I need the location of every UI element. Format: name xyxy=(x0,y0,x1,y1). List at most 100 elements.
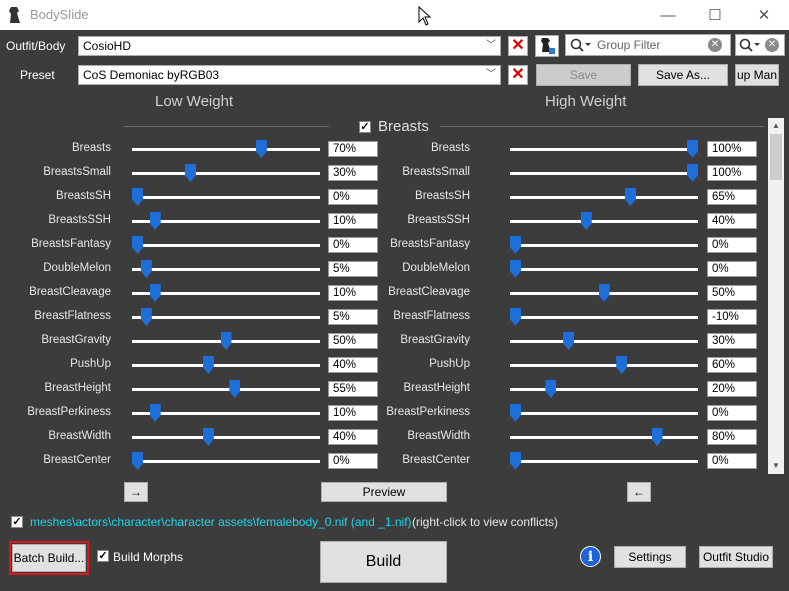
preset-combo[interactable]: CoS Demoniac byRGB03 ﹀ xyxy=(78,65,501,85)
high-slider-track[interactable] xyxy=(510,340,698,343)
low-slider-thumb[interactable] xyxy=(149,404,161,422)
low-slider-thumb[interactable] xyxy=(149,212,161,230)
clear-outfit-filter-icon[interactable]: ✕ xyxy=(765,38,779,52)
low-slider-label: BreastsSSH xyxy=(48,214,111,226)
low-slider-thumb[interactable] xyxy=(255,140,267,158)
settings-button[interactable]: Settings xyxy=(614,546,686,568)
output-path-checkbox[interactable]: ✓ xyxy=(11,516,23,528)
build-morphs-label: Build Morphs xyxy=(113,550,184,564)
high-slider-value[interactable]: 100% xyxy=(707,165,757,181)
clear-filter-icon[interactable]: ✕ xyxy=(708,38,722,52)
category-divider-left xyxy=(124,126,329,127)
high-slider-value[interactable]: 30% xyxy=(707,333,757,349)
high-slider-value[interactable]: 40% xyxy=(707,213,757,229)
low-slider-track[interactable] xyxy=(132,244,320,247)
build-button[interactable]: Build xyxy=(320,541,447,583)
high-slider-track[interactable] xyxy=(510,412,698,415)
high-slider-value[interactable]: 0% xyxy=(707,405,757,421)
high-slider-track[interactable] xyxy=(510,364,698,367)
low-slider-track[interactable] xyxy=(132,148,320,151)
maximize-button[interactable]: ☐ xyxy=(692,0,738,30)
save-as-button[interactable]: Save As... xyxy=(638,64,728,86)
high-slider-track[interactable] xyxy=(510,316,698,319)
low-slider-thumb[interactable] xyxy=(185,164,197,182)
preview-button[interactable]: Preview xyxy=(321,482,447,502)
high-slider-thumb[interactable] xyxy=(510,236,521,254)
high-slider-track[interactable] xyxy=(510,220,698,223)
high-slider-track[interactable] xyxy=(510,388,698,391)
low-slider-track[interactable] xyxy=(132,364,320,367)
high-slider-value[interactable]: 65% xyxy=(707,189,757,205)
low-slider-thumb[interactable] xyxy=(202,356,214,374)
high-slider-thumb[interactable] xyxy=(651,428,663,446)
high-slider-value[interactable]: 80% xyxy=(707,429,757,445)
high-slider-thumb[interactable] xyxy=(563,332,575,350)
copy-low-to-high-button[interactable]: → xyxy=(124,482,148,502)
high-slider-value[interactable]: 20% xyxy=(707,381,757,397)
high-slider-value[interactable]: 50% xyxy=(707,285,757,301)
high-slider-track[interactable] xyxy=(510,148,698,151)
low-slider-thumb[interactable] xyxy=(140,308,152,326)
slider-scrollbar[interactable]: ▲ ▼ xyxy=(768,118,784,474)
low-slider-thumb[interactable] xyxy=(149,284,161,302)
low-slider-thumb[interactable] xyxy=(132,236,143,254)
high-slider-track[interactable] xyxy=(510,196,698,199)
low-slider-track[interactable] xyxy=(132,316,320,319)
high-slider-thumb[interactable] xyxy=(510,404,521,422)
output-path[interactable]: meshes\actors\character\character assets… xyxy=(30,515,412,529)
high-slider-track[interactable] xyxy=(510,172,698,175)
outfit-filter-input[interactable]: ✕ xyxy=(735,34,785,56)
close-window-button[interactable]: ✕ xyxy=(741,0,787,30)
low-slider-track[interactable] xyxy=(132,436,320,439)
high-slider-thumb[interactable] xyxy=(510,452,521,470)
remove-outfit-button[interactable]: ✕ xyxy=(508,36,528,56)
outfit-combo[interactable]: CosioHD ﹀ xyxy=(78,36,501,56)
high-slider-thumb[interactable] xyxy=(580,212,592,230)
high-slider-label: PushUp xyxy=(429,358,470,370)
high-slider-value[interactable]: 100% xyxy=(707,141,757,157)
high-slider-thumb[interactable] xyxy=(510,308,521,326)
info-icon[interactable]: i xyxy=(580,546,601,567)
build-morphs-checkbox[interactable]: ✓ xyxy=(97,550,109,562)
group-filter-input[interactable]: Group Filter ✕ xyxy=(565,34,731,56)
low-slider-track[interactable] xyxy=(132,388,320,391)
batch-build-button[interactable]: Batch Build... xyxy=(12,544,86,572)
low-slider-track[interactable] xyxy=(132,460,320,463)
group-manager-button[interactable]: up Man xyxy=(735,64,779,86)
high-slider-thumb[interactable] xyxy=(687,164,698,182)
high-slider-track[interactable] xyxy=(510,268,698,271)
group-filter-icon-button[interactable] xyxy=(535,35,559,57)
copy-high-to-low-button[interactable]: ← xyxy=(627,482,651,502)
save-button[interactable]: Save xyxy=(536,64,631,86)
category-checkbox[interactable]: ✓ xyxy=(359,121,371,133)
high-slider-value[interactable]: 60% xyxy=(707,357,757,373)
high-slider-track[interactable] xyxy=(510,244,698,247)
low-slider-thumb[interactable] xyxy=(140,260,152,278)
scrollbar-thumb[interactable] xyxy=(770,134,782,180)
high-slider-value[interactable]: -10% xyxy=(707,309,757,325)
high-slider-value[interactable]: 0% xyxy=(707,261,757,277)
scroll-down-icon[interactable]: ▼ xyxy=(768,458,784,474)
low-slider-thumb[interactable] xyxy=(220,332,232,350)
high-slider-thumb[interactable] xyxy=(545,380,557,398)
scroll-up-icon[interactable]: ▲ xyxy=(768,118,784,134)
remove-preset-button[interactable]: ✕ xyxy=(508,65,528,85)
high-slider-track[interactable] xyxy=(510,436,698,439)
low-slider-thumb[interactable] xyxy=(132,452,143,470)
low-slider-thumb[interactable] xyxy=(132,188,143,206)
low-slider-track[interactable] xyxy=(132,268,320,271)
minimize-button[interactable]: — xyxy=(645,0,691,30)
low-slider-track[interactable] xyxy=(132,172,320,175)
high-slider-thumb[interactable] xyxy=(687,140,698,158)
high-slider-value[interactable]: 0% xyxy=(707,237,757,253)
high-slider-thumb[interactable] xyxy=(625,188,637,206)
high-slider-thumb[interactable] xyxy=(598,284,610,302)
high-slider-value[interactable]: 0% xyxy=(707,453,757,469)
high-slider-track[interactable] xyxy=(510,460,698,463)
high-slider-thumb[interactable] xyxy=(616,356,628,374)
low-slider-track[interactable] xyxy=(132,196,320,199)
low-slider-thumb[interactable] xyxy=(202,428,214,446)
high-slider-thumb[interactable] xyxy=(510,260,521,278)
outfit-studio-button[interactable]: Outfit Studio xyxy=(699,546,773,568)
low-slider-thumb[interactable] xyxy=(229,380,241,398)
